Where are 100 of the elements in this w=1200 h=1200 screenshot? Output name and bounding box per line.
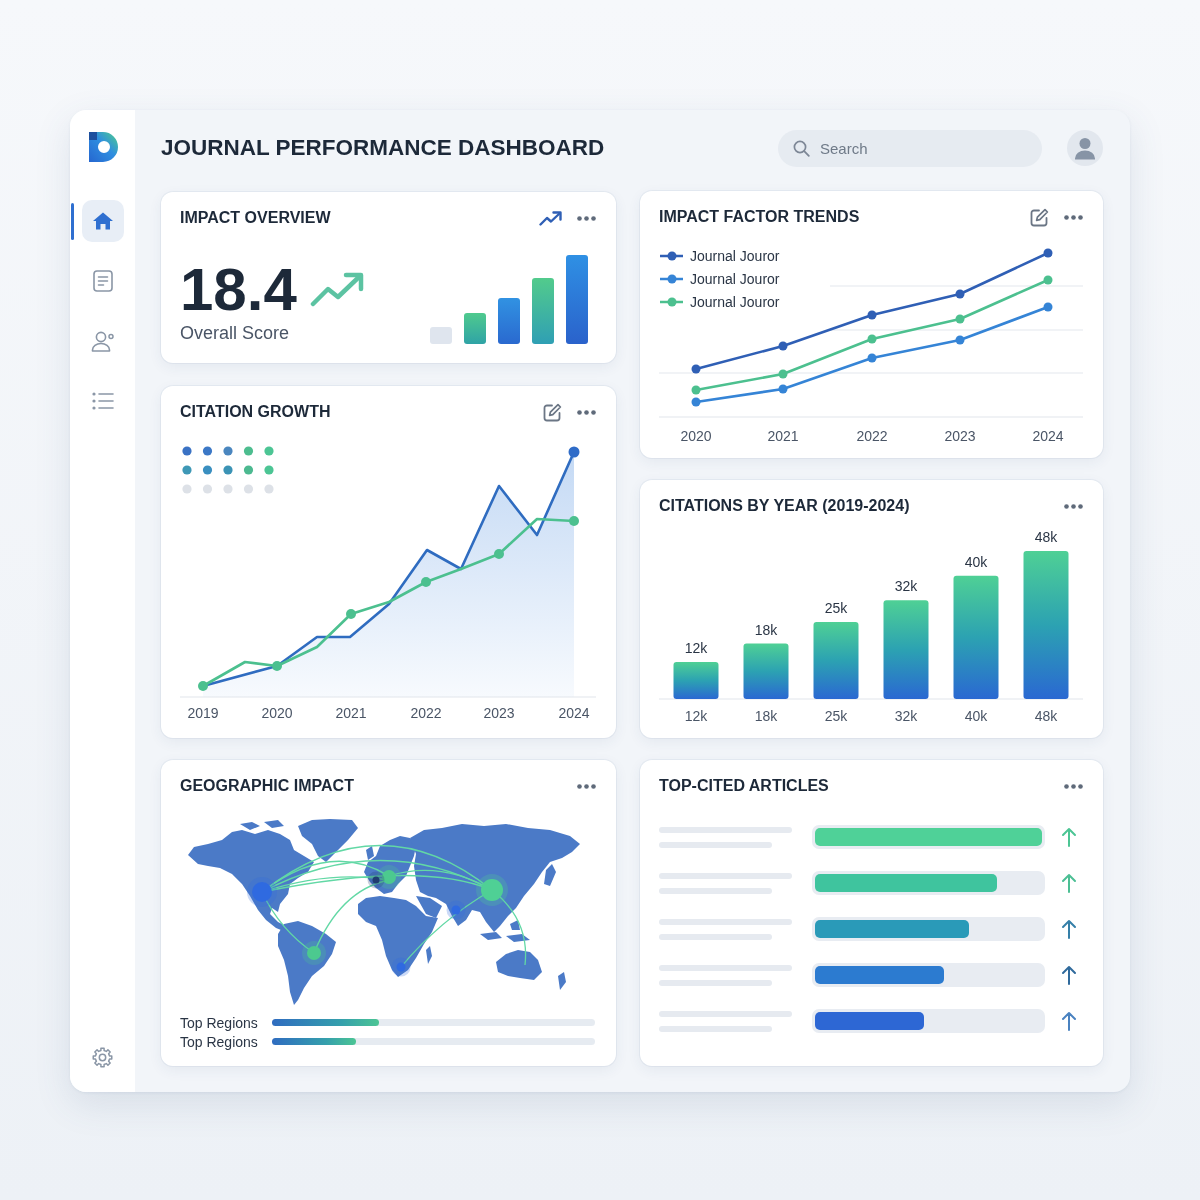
dot-icon	[182, 465, 192, 475]
dot-icon	[243, 484, 254, 494]
value-label: 40k	[964, 553, 988, 570]
card-title: IMPACT OVERVIEW	[180, 208, 332, 228]
card-title: CITATIONS BY YEAR (2019-2024)	[659, 496, 911, 516]
data-point	[778, 369, 788, 379]
score-value: 18.4	[180, 260, 297, 320]
region-label: Top Regions	[180, 1014, 259, 1031]
card-title: CITATION GROWTH	[180, 402, 332, 422]
location-dot-icon	[302, 941, 326, 965]
axis-label: 2022	[856, 428, 888, 444]
axis-label: 48k	[1034, 708, 1058, 724]
more-icon[interactable]	[1064, 214, 1083, 220]
document-icon	[93, 270, 113, 292]
location-dot-icon	[247, 877, 277, 907]
card-title: IMPACT FACTOR TRENDS	[659, 207, 861, 227]
data-point	[272, 661, 282, 671]
location-dot-icon	[367, 871, 385, 889]
value-label: 12k	[684, 640, 708, 656]
axis-label: 40k	[964, 708, 988, 724]
card-title: GEOGRAPHIC IMPACT	[180, 776, 355, 796]
value-label: 48k	[1034, 529, 1058, 545]
location-dot-icon	[377, 865, 401, 889]
value-label: 25k	[824, 599, 848, 616]
list-icon	[92, 392, 114, 410]
dot-icon	[264, 484, 274, 494]
nav-button[interactable]	[82, 200, 124, 242]
dot-icon	[182, 446, 192, 456]
settings-icon[interactable]	[92, 1047, 113, 1068]
legend-label: Journal Jouror	[690, 294, 780, 310]
up-arrow-icon	[1061, 919, 1077, 939]
axis-label: 12k	[684, 708, 708, 724]
trend-up-icon	[309, 271, 364, 307]
axis-label: 2022	[410, 705, 442, 721]
mini-bar	[532, 278, 554, 344]
axis-label: 18k	[754, 708, 778, 724]
data-point	[1043, 275, 1053, 285]
more-icon[interactable]	[577, 215, 596, 221]
edit-icon[interactable]	[1030, 207, 1049, 227]
user-icon	[91, 330, 115, 352]
data-point	[569, 516, 579, 526]
data-point	[867, 310, 877, 320]
data-point	[346, 609, 356, 619]
bar	[673, 662, 719, 699]
dot-icon	[202, 484, 213, 494]
location-dot-icon	[446, 900, 466, 920]
more-icon[interactable]	[577, 409, 596, 415]
greenland-shape	[298, 819, 358, 862]
data-point	[1043, 302, 1053, 312]
dot-icon	[264, 446, 274, 456]
axis-label: 2019	[187, 705, 219, 721]
data-point	[691, 397, 701, 407]
data-point	[778, 384, 788, 394]
axis-label: 2020	[680, 428, 712, 444]
data-point	[691, 364, 701, 374]
data-point	[955, 335, 965, 345]
data-point	[568, 446, 580, 458]
legend-label: Journal Jouror	[690, 271, 780, 287]
axis-label: 2021	[767, 428, 799, 444]
data-point	[494, 549, 504, 559]
dot-icon	[202, 465, 213, 475]
up-arrow-icon	[1061, 965, 1077, 985]
data-point	[867, 334, 877, 344]
australia-shape	[496, 950, 566, 990]
dot-icon	[223, 446, 233, 456]
data-point	[198, 681, 208, 691]
axis-label: 2020	[261, 705, 293, 721]
data-point	[867, 353, 877, 363]
data-point	[421, 577, 431, 587]
more-icon[interactable]	[577, 783, 596, 789]
bar	[743, 643, 789, 699]
edit-icon[interactable]	[543, 402, 562, 422]
data-point	[1043, 248, 1053, 258]
dot-icon	[202, 446, 213, 456]
data-point	[955, 314, 965, 324]
logo-icon	[88, 131, 120, 163]
up-arrow-icon	[1061, 827, 1077, 847]
mini-bar	[430, 327, 452, 344]
dot-icon	[223, 484, 233, 494]
up-arrow-icon	[1061, 873, 1077, 893]
axis-label: 2024	[558, 705, 590, 721]
value-label: 18k	[754, 621, 778, 638]
more-icon[interactable]	[1064, 783, 1083, 789]
dot-icon	[223, 465, 233, 475]
dot-icon	[182, 484, 192, 494]
axis-label: 2021	[335, 705, 367, 721]
mini-bar	[498, 298, 520, 344]
search-icon	[793, 139, 810, 157]
value-label: 32k	[894, 578, 918, 595]
axis-label: 32k	[894, 708, 918, 724]
mini-bar	[464, 313, 486, 344]
more-icon[interactable]	[1064, 503, 1083, 509]
axis-label: 25k	[824, 708, 848, 724]
data-point	[778, 341, 788, 351]
dot-icon	[264, 465, 274, 475]
axis-label: 2024	[1032, 428, 1064, 444]
search-field[interactable]: Search	[778, 129, 1042, 167]
trend-up-icon	[539, 210, 562, 226]
dot-icon	[243, 465, 254, 475]
avatar-icon[interactable]	[1067, 130, 1103, 166]
